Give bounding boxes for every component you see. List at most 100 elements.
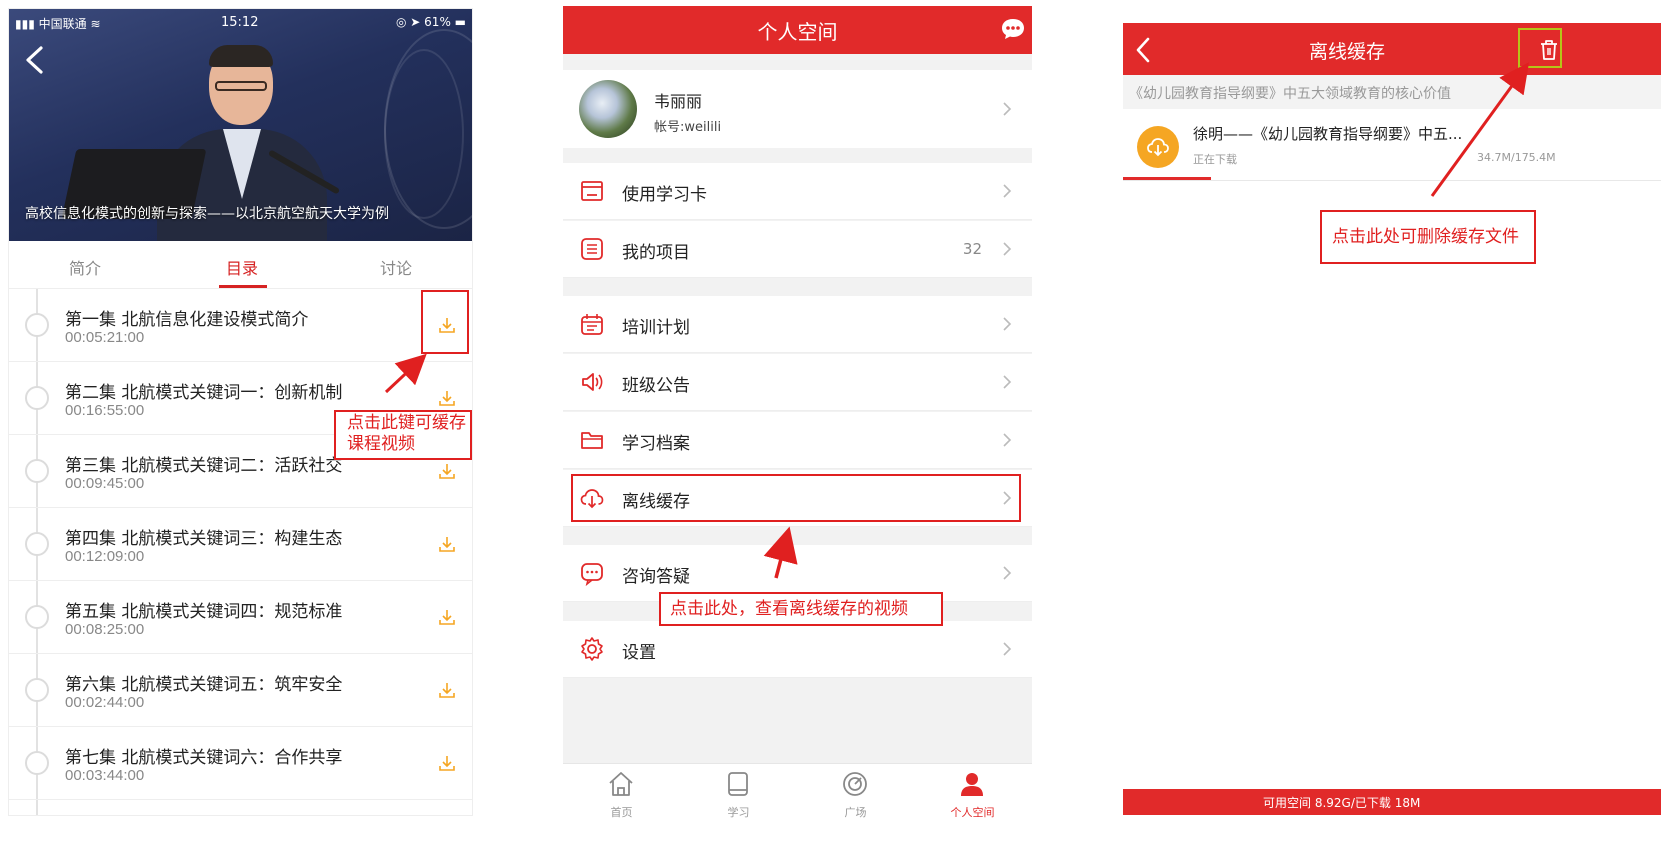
course-title: 《幼儿园教育指导纲要》中五大领域教育的核心价值 bbox=[1129, 86, 1451, 102]
row-training-plan[interactable]: 培训计划 bbox=[563, 296, 1032, 353]
highlight-download-button bbox=[421, 290, 469, 354]
target-icon bbox=[843, 772, 867, 796]
download-title: 徐明——《幼儿园教育指导纲要》中五... bbox=[1193, 125, 1463, 143]
episode-title: 第三集 北航模式关键词二：活跃社交 bbox=[65, 456, 343, 476]
avatar bbox=[579, 80, 637, 138]
page-title: 离线缓存 bbox=[1309, 41, 1386, 63]
carrier-label: ▮▮▮ 中国联通 ≋ bbox=[15, 17, 101, 31]
offline-cache-screen: 离线缓存 《幼儿园教育指导纲要》中五大领域教育的核心价值 徐明——《幼儿园教育指… bbox=[1123, 23, 1661, 815]
chevron-right-icon bbox=[1003, 566, 1012, 580]
message-icon[interactable] bbox=[1000, 17, 1026, 41]
top-bar: 离线缓存 bbox=[1123, 23, 1661, 75]
person-icon bbox=[961, 773, 983, 796]
video-caption: 高校信息化模式的创新与探索——以北京航空航天大学为例 bbox=[25, 206, 389, 222]
episode-duration: 00:12:09:00 bbox=[65, 548, 145, 565]
episode-row[interactable]: 第六集 北航模式关键词五：筑牢安全 00:02:44:00 bbox=[9, 654, 472, 727]
timeline-dot bbox=[25, 678, 49, 702]
menu-label: 学习档案 bbox=[622, 434, 690, 454]
download-icon[interactable] bbox=[437, 753, 457, 773]
card-icon bbox=[581, 181, 603, 201]
download-progress-bar bbox=[1123, 177, 1212, 180]
menu-label: 使用学习卡 bbox=[622, 185, 707, 205]
video-player[interactable]: ▮▮▮ 中国联通 ≋ 15:12 ◎ ➤ 61% ▬ 高校信息化模式的创新与探索… bbox=[9, 9, 472, 241]
chevron-right-icon bbox=[1003, 242, 1012, 256]
row-study-archive[interactable]: 学习档案 bbox=[563, 412, 1032, 469]
chevron-right-icon bbox=[1003, 102, 1012, 116]
course-tabs: 简介 目录 讨论 bbox=[9, 241, 472, 289]
episode-title: 第一集 北航信息化建设模式简介 bbox=[65, 310, 309, 330]
episode-duration: 00:16:55:00 bbox=[65, 402, 145, 419]
list-icon bbox=[581, 238, 603, 260]
tab-discussion[interactable]: 讨论 bbox=[380, 255, 412, 279]
timeline-dot bbox=[25, 605, 49, 629]
tab-home[interactable]: 首页 bbox=[563, 764, 680, 818]
download-icon[interactable] bbox=[437, 680, 457, 700]
download-status: 正在下载 bbox=[1193, 153, 1237, 166]
episode-duration: 00:02:44:00 bbox=[65, 694, 145, 711]
episode-row[interactable]: 第一集 北航信息化建设模式简介 00:05:21:00 bbox=[9, 289, 472, 362]
annotation-cache-video-line2: 课程视频 bbox=[347, 434, 415, 454]
row-study-card[interactable]: 使用学习卡 bbox=[563, 163, 1032, 220]
download-size: 34.7M/175.4M bbox=[1477, 151, 1556, 164]
episode-duration: 00:09:45:00 bbox=[65, 475, 145, 492]
gear-icon bbox=[581, 637, 603, 661]
row-class-notice[interactable]: 班级公告 bbox=[563, 354, 1032, 411]
annotation-offline-cache: 点击此处，查看离线缓存的视频 bbox=[670, 599, 908, 619]
back-arrow-icon[interactable] bbox=[1135, 37, 1151, 63]
chevron-right-icon bbox=[1003, 184, 1012, 198]
course-group-header: 《幼儿园教育指导纲要》中五大领域教育的核心价值 bbox=[1123, 75, 1661, 109]
battery-label: ◎ ➤ 61% ▬ bbox=[396, 15, 466, 29]
menu-label: 咨询答疑 bbox=[622, 567, 690, 587]
profile-row[interactable]: 韦丽丽 帐号:weilili bbox=[563, 70, 1032, 148]
storage-footer: 可用空间 8.92G/已下载 18M bbox=[1123, 789, 1661, 815]
download-icon[interactable] bbox=[437, 534, 457, 554]
episode-title: 第七集 北航模式关键词六：合作共享 bbox=[65, 748, 343, 768]
chevron-right-icon bbox=[1003, 642, 1012, 656]
menu-label: 培训计划 bbox=[622, 318, 690, 338]
annotation-delete-cache: 点击此处可删除缓存文件 bbox=[1332, 227, 1519, 247]
download-status-badge[interactable] bbox=[1137, 126, 1179, 168]
clock: 15:12 bbox=[221, 15, 259, 30]
chevron-right-icon bbox=[1003, 433, 1012, 447]
storage-info: 可用空间 8.92G/已下载 18M bbox=[1263, 796, 1421, 810]
chat-bubble-icon bbox=[581, 563, 603, 586]
download-icon[interactable] bbox=[437, 388, 457, 408]
menu-label: 设置 bbox=[622, 643, 656, 663]
book-icon bbox=[728, 772, 748, 796]
bottom-tab-bar: 首页 学习 广场 个人空间 bbox=[563, 763, 1032, 818]
episode-duration: 00:05:21:00 bbox=[65, 329, 145, 346]
download-icon[interactable] bbox=[437, 607, 457, 627]
top-bar: 个人空间 bbox=[563, 6, 1032, 54]
download-item[interactable]: 徐明——《幼儿园教育指导纲要》中五... 正在下载 34.7M/175.4M bbox=[1123, 109, 1661, 181]
row-my-projects[interactable]: 我的项目 32 bbox=[563, 221, 1032, 278]
tab-study[interactable]: 学习 bbox=[680, 764, 797, 818]
episode-row[interactable]: 第五集 北航模式关键词四：规范标准 00:08:25:00 bbox=[9, 581, 472, 654]
back-arrow-icon[interactable] bbox=[23, 45, 47, 75]
tab-square[interactable]: 广场 bbox=[797, 764, 914, 818]
page-title: 个人空间 bbox=[757, 20, 838, 44]
tab-intro[interactable]: 简介 bbox=[69, 255, 101, 279]
episode-title: 第四集 北航模式关键词三：构建生态 bbox=[65, 529, 343, 549]
timeline-dot bbox=[25, 459, 49, 483]
status-bar: ▮▮▮ 中国联通 ≋ 15:12 ◎ ➤ 61% ▬ bbox=[9, 15, 472, 31]
episode-row[interactable]: 第四集 北航模式关键词三：构建生态 00:12:09:00 bbox=[9, 508, 472, 581]
tab-personal-space[interactable]: 个人空间 bbox=[914, 764, 1031, 818]
episode-row[interactable]: 第七集 北航模式关键词六：合作共享 00:03:44:00 bbox=[9, 727, 472, 800]
home-icon bbox=[609, 772, 633, 796]
episode-duration: 00:08:25:00 bbox=[65, 621, 145, 638]
project-count: 32 bbox=[962, 240, 982, 258]
row-settings[interactable]: 设置 bbox=[563, 621, 1032, 678]
annotation-cache-video-line1: 点击此键可缓存 bbox=[347, 413, 466, 433]
personal-space-screen: 个人空间 韦丽丽 帐号:weilili 使用学习卡我的项目 32 培训计划班级公告学… bbox=[563, 6, 1032, 818]
timeline-dot bbox=[25, 751, 49, 775]
highlight-offline-cache-row bbox=[571, 474, 1021, 522]
calendar-icon bbox=[581, 314, 603, 335]
user-name: 韦丽丽 bbox=[654, 92, 703, 111]
episode-duration: 00:03:44:00 bbox=[65, 767, 145, 784]
chevron-right-icon bbox=[1003, 375, 1012, 389]
tab-catalog[interactable]: 目录 bbox=[226, 255, 258, 279]
cloud-download-icon bbox=[1147, 138, 1169, 157]
folder-icon bbox=[581, 432, 603, 449]
download-icon[interactable] bbox=[437, 461, 457, 481]
timeline-dot bbox=[25, 313, 49, 337]
